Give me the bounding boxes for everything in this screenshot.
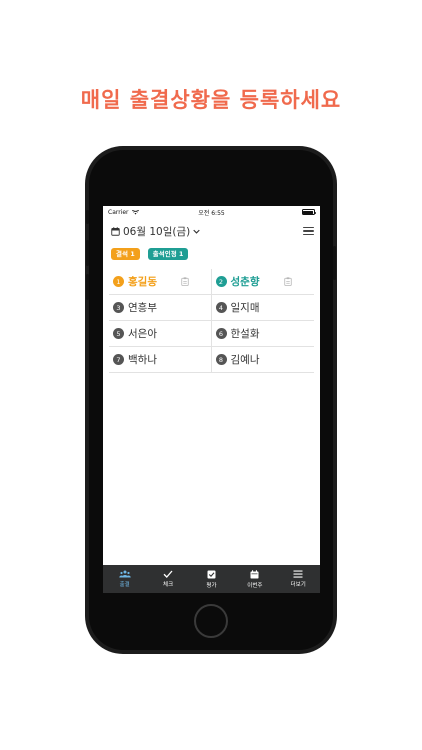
tab-label: 이번주 bbox=[247, 582, 263, 589]
status-time: 오전 6:55 bbox=[198, 209, 225, 217]
app-screen: Carrier 오전 6:55 06월 10일(금) 결석 1 출석인정 1 1… bbox=[103, 206, 320, 593]
student-cell[interactable]: 3 연흥부 bbox=[109, 295, 212, 321]
student-number: 1 bbox=[113, 276, 124, 287]
student-cell[interactable]: 4 일지매 bbox=[211, 295, 314, 321]
people-icon bbox=[118, 570, 131, 578]
attendance-summary: 결석 1 출석인정 1 bbox=[103, 244, 320, 264]
clipboard-icon[interactable] bbox=[284, 277, 292, 286]
promo-headline: 매일 출결상황을 등록하세요 bbox=[80, 88, 342, 112]
menu-icon bbox=[293, 570, 303, 578]
tab-label: 체크 bbox=[163, 582, 174, 588]
tab-label: 더보기 bbox=[290, 582, 306, 588]
student-name: 일지매 bbox=[230, 302, 260, 314]
tab-check[interactable]: 체크 bbox=[148, 570, 188, 588]
clipboard-icon[interactable] bbox=[180, 277, 189, 286]
excused-count-badge[interactable]: 출석인정 1 bbox=[147, 247, 189, 261]
student-grid: 1 홍길동 2 성춘향 3 연흥부 4 일지매 5 서은아 6 한설화 7 백하… bbox=[109, 269, 314, 373]
student-name: 연흥부 bbox=[128, 302, 157, 314]
student-cell[interactable]: 2 성춘향 bbox=[211, 269, 314, 295]
student-number: 5 bbox=[113, 328, 124, 339]
student-name: 김예나 bbox=[230, 354, 260, 366]
tab-attendance[interactable]: 출결 bbox=[105, 570, 145, 588]
carrier-label: Carrier bbox=[108, 208, 129, 216]
student-name: 성춘향 bbox=[230, 276, 260, 288]
calendar-icon bbox=[111, 226, 120, 236]
status-bar: Carrier 오전 6:55 bbox=[103, 206, 320, 218]
student-number: 7 bbox=[113, 354, 124, 365]
student-number: 3 bbox=[113, 302, 124, 313]
absent-count-badge[interactable]: 결석 1 bbox=[111, 247, 140, 261]
student-cell[interactable]: 6 한설화 bbox=[211, 321, 314, 347]
student-name: 한설화 bbox=[230, 328, 260, 340]
current-date: 06월 10일(금) bbox=[123, 225, 191, 238]
chevron-down-icon bbox=[193, 229, 200, 234]
checkbox-icon bbox=[207, 570, 216, 578]
student-number: 6 bbox=[215, 328, 227, 339]
battery-icon bbox=[301, 209, 317, 215]
bottom-tab-bar: 출결 체크 평가 이번주 더보기 bbox=[103, 565, 320, 593]
student-cell[interactable]: 8 김예나 bbox=[211, 347, 314, 373]
phone-power-button bbox=[333, 246, 336, 280]
menu-icon[interactable] bbox=[303, 227, 314, 235]
student-cell[interactable]: 7 백하나 bbox=[109, 347, 212, 373]
student-cell[interactable]: 1 홍길동 bbox=[109, 269, 212, 295]
student-name: 백하나 bbox=[128, 354, 157, 366]
student-name: 서은아 bbox=[128, 328, 157, 340]
tab-evaluation[interactable]: 평가 bbox=[191, 570, 231, 589]
tab-this-week[interactable]: 이번주 bbox=[235, 569, 275, 589]
student-number: 4 bbox=[215, 302, 227, 313]
home-button[interactable] bbox=[194, 604, 228, 638]
student-number: 2 bbox=[215, 276, 227, 287]
tab-label: 평가 bbox=[206, 582, 217, 589]
top-bar: 06월 10일(금) bbox=[103, 218, 320, 244]
calendar-icon bbox=[250, 569, 259, 578]
wifi-icon bbox=[131, 209, 139, 214]
check-icon bbox=[163, 570, 173, 578]
student-number: 8 bbox=[215, 354, 227, 365]
student-name: 홍길동 bbox=[128, 276, 157, 288]
student-cell[interactable]: 5 서은아 bbox=[109, 321, 212, 347]
date-selector[interactable]: 06월 10일(금) bbox=[111, 224, 200, 239]
tab-more[interactable]: 더보기 bbox=[278, 570, 318, 588]
tab-label: 출결 bbox=[119, 582, 130, 588]
